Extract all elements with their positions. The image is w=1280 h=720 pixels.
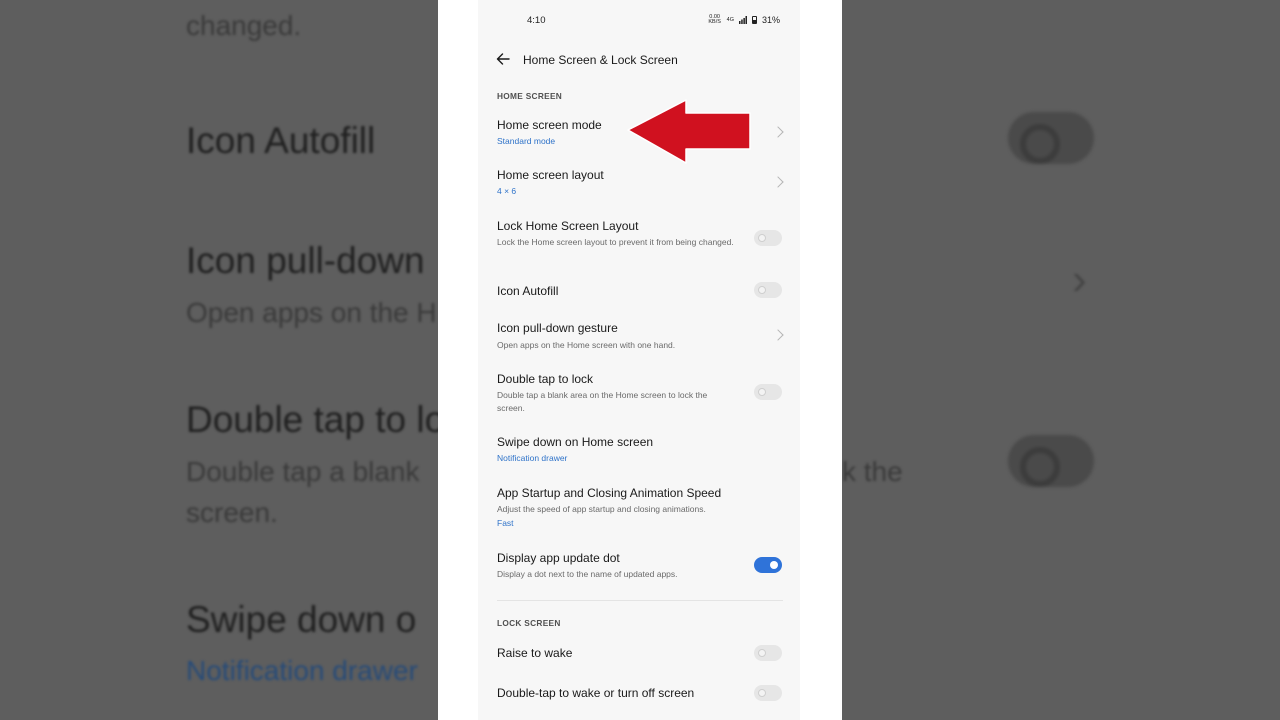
double-tap-wake-item[interactable]: Double-tap to wake or turn off screen — [478, 680, 800, 708]
status-time: 4:10 — [527, 15, 546, 26]
status-icons: 0.00 KB/S 4G 31% — [708, 14, 780, 25]
item-value: 4 × 6 — [497, 186, 517, 196]
bg-double-tap-sub: Double tap a blank — [186, 456, 420, 487]
update-dot-item[interactable]: Display app update dot Display a dot nex… — [478, 544, 800, 588]
item-subtitle: Lock the Home screen layout to prevent i… — [497, 237, 734, 247]
section-divider — [497, 600, 783, 601]
chevron-right-icon — [772, 126, 784, 138]
signal-icon — [738, 16, 747, 24]
update-dot-toggle[interactable] — [754, 557, 782, 573]
red-pointer-arrow-icon — [627, 99, 751, 164]
bg-toggle — [1008, 112, 1094, 164]
double-tap-wake-toggle[interactable] — [754, 685, 782, 701]
bg-double-tap-sub-right: k the — [842, 456, 903, 487]
item-value: Fast — [497, 518, 514, 528]
battery-icon — [751, 16, 757, 24]
bg-open-apps: Open apps on the H — [186, 297, 437, 328]
item-title: Raise to wake — [497, 646, 573, 660]
bg-icon-pull-down: Icon pull-down — [186, 240, 425, 281]
bg-screen-text: screen. — [186, 497, 278, 528]
double-tap-lock-toggle[interactable] — [754, 384, 782, 400]
bg-toggle — [1008, 435, 1094, 487]
bg-icon-autofill: Icon Autofill — [186, 120, 376, 161]
network-type: 4G — [726, 16, 734, 23]
bg-double-tap: Double tap to lo — [186, 399, 446, 440]
item-subtitle: Open apps on the Home screen with one ha… — [497, 340, 676, 350]
animation-speed-item[interactable]: App Startup and Closing Animation Speed … — [478, 478, 800, 534]
chevron-right-icon — [772, 176, 784, 188]
battery-percent: 31% — [761, 15, 780, 25]
item-title: Icon pull-down gesture — [497, 321, 618, 335]
lock-layout-toggle[interactable] — [754, 230, 782, 246]
bg-changed-text: changed. — [186, 10, 302, 41]
item-title: Display app update dot — [497, 551, 620, 565]
raise-to-wake-toggle[interactable] — [754, 645, 782, 661]
chevron-right-icon — [772, 329, 784, 341]
item-subtitle: Double tap a blank area on the Home scre… — [497, 390, 708, 413]
item-title: App Startup and Closing Animation Speed — [497, 486, 722, 500]
page-title: Home Screen & Lock Screen — [523, 53, 678, 67]
item-title: Swipe down on Home screen — [497, 435, 654, 449]
swipe-down-item[interactable]: Swipe down on Home screen Notification d… — [478, 428, 800, 472]
app-bar: Home Screen & Lock Screen — [478, 50, 800, 70]
bg-notification-drawer: Notification drawer — [186, 655, 418, 686]
section-header-home: HOME SCREEN — [497, 91, 563, 101]
bg-chevron-right-icon: › — [1072, 255, 1087, 304]
item-title: Icon Autofill — [497, 284, 559, 298]
item-value: Standard mode — [497, 136, 556, 146]
item-title: Double tap to lock — [497, 372, 594, 386]
home-screen-layout-item[interactable]: Home screen layout 4 × 6 — [478, 160, 800, 204]
item-title: Double-tap to wake or turn off screen — [497, 686, 695, 700]
lock-home-layout-item[interactable]: Lock Home Screen Layout Lock the Home sc… — [478, 210, 800, 266]
icon-autofill-item[interactable]: Icon Autofill — [478, 276, 800, 306]
item-title: Lock Home Screen Layout — [497, 219, 639, 233]
item-title: Home screen layout — [497, 168, 604, 182]
double-tap-lock-item[interactable]: Double tap to lock Double tap a blank ar… — [478, 364, 800, 420]
video-frame: changed. Icon Autofill Icon pull-down Op… — [0, 0, 1280, 720]
bg-swipe-down: Swipe down o — [186, 599, 417, 640]
item-subtitle: Display a dot next to the name of update… — [497, 569, 678, 579]
back-arrow-icon[interactable] — [495, 51, 511, 67]
item-subtitle: Adjust the speed of app startup and clos… — [497, 504, 706, 514]
section-header-lock: LOCK SCREEN — [497, 618, 561, 628]
item-value: Notification drawer — [497, 453, 568, 463]
raise-to-wake-item[interactable]: Raise to wake — [478, 640, 800, 668]
icon-pull-down-item[interactable]: Icon pull-down gesture Open apps on the … — [478, 314, 800, 358]
item-title: Home screen mode — [497, 118, 602, 132]
status-bar: 4:10 0.00 KB/S 4G 31% — [478, 14, 800, 29]
icon-autofill-toggle[interactable] — [754, 282, 782, 298]
data-speed: 0.00 KB/S — [708, 14, 721, 25]
